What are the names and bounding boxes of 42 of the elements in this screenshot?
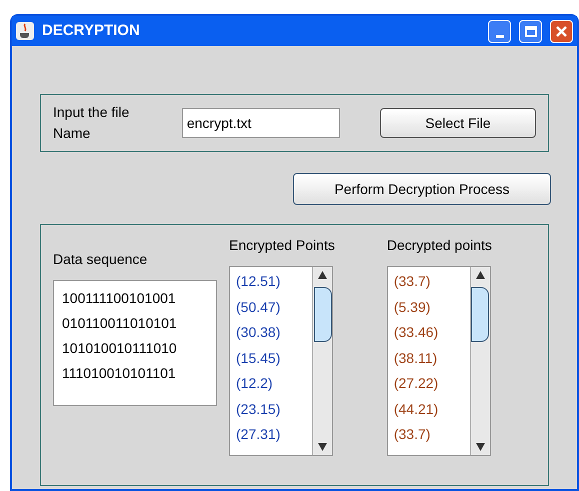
close-button[interactable] xyxy=(550,20,573,42)
point-item[interactable]: (12.2) xyxy=(236,371,312,396)
scrollbar[interactable] xyxy=(312,267,332,455)
select-file-button[interactable]: Select File xyxy=(380,108,536,138)
point-item[interactable]: (33.46) xyxy=(394,320,470,346)
data-line: 111010010101101 xyxy=(62,364,177,383)
file-name-field[interactable]: encrypt.txt xyxy=(182,108,340,138)
points-list[interactable]: (33.7) (5.39) (33.46) (38.11) (27.22) (44.21) (33.7) xyxy=(386,266,491,456)
perform-decryption-button[interactable]: Perform Decryption Process xyxy=(293,173,551,205)
point-item[interactable]: (5.39) xyxy=(394,294,470,320)
scroll-down-icon[interactable] xyxy=(476,443,485,451)
minimize-button[interactable] xyxy=(488,20,511,42)
scrollbar[interactable] xyxy=(470,267,490,455)
point-item[interactable]: (27.22) xyxy=(394,371,470,396)
point-item[interactable]: (38.11) xyxy=(394,346,470,371)
point-item[interactable]: (15.45) xyxy=(236,346,312,371)
close-icon xyxy=(555,24,568,38)
data-sequence-area[interactable]: 100111100101001 010110011010101 101010010111010 111010010101101 xyxy=(53,280,217,406)
data-line: 101010010111010 xyxy=(62,339,178,358)
point-item[interactable]: (33.7) xyxy=(394,422,470,448)
point-item[interactable]: (44.21) xyxy=(394,396,470,422)
scroll-up-icon[interactable] xyxy=(476,271,485,279)
point-item[interactable]: (23.15) xyxy=(236,396,312,422)
window-title: DECRYPTION xyxy=(42,20,141,41)
maximize-button[interactable] xyxy=(519,20,542,42)
point-item[interactable]: (27.31) xyxy=(236,422,312,448)
point-item[interactable]: (33.7) xyxy=(394,269,470,294)
point-item[interactable]: (12.51) xyxy=(236,269,312,294)
data-line: 100111100101001 xyxy=(62,289,177,308)
scroll-down-icon[interactable] xyxy=(318,443,327,451)
points-list[interactable]: (12.51) (50.47) (30.38) (15.45) (12.2) (23.15) (27.31) xyxy=(229,266,333,456)
scroll-thumb[interactable] xyxy=(314,287,332,342)
points-label: Decrypted points xyxy=(386,236,492,255)
scroll-thumb[interactable] xyxy=(471,287,490,342)
point-item[interactable]: (30.38) xyxy=(236,320,312,346)
scroll-up-icon[interactable] xyxy=(318,271,327,279)
data-line: 010110011010101 xyxy=(62,314,178,333)
data-sequence-label: Data sequence xyxy=(53,250,148,269)
coffee-cup-icon xyxy=(16,22,34,40)
file-name-label: Input the file Name xyxy=(53,103,130,143)
points-label: Encrypted Points xyxy=(229,236,335,255)
point-item[interactable]: (50.47) xyxy=(236,294,312,320)
